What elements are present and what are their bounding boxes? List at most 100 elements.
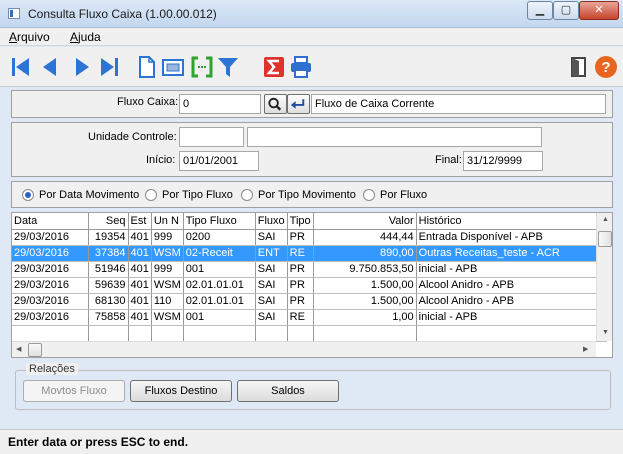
empty-cell [287, 325, 314, 342]
column-header-tipo[interactable]: Tipo [287, 213, 314, 230]
fluxo-code-field[interactable]: 0 [179, 94, 261, 114]
empty-cell [12, 325, 89, 342]
cell-data: 29/03/2016 [12, 245, 89, 262]
unidade-description-field[interactable] [247, 127, 542, 147]
cell-data: 29/03/2016 [12, 309, 89, 326]
fluxo-description-field[interactable]: Fluxo de Caixa Corrente [311, 94, 606, 114]
cell-valor: 1,00 [313, 309, 417, 326]
cell-data: 29/03/2016 [12, 261, 89, 278]
vertical-scroll-thumb[interactable] [598, 231, 612, 247]
saldos-button[interactable]: Saldos [237, 380, 339, 402]
scroll-down-icon[interactable]: ▼ [602, 329, 609, 336]
menu-ajuda[interactable]: Ajuda [70, 30, 101, 44]
cell-tipo: PR [287, 261, 314, 278]
empty-cell [128, 325, 152, 342]
cell-historico: Outras Receitas_teste - ACR [416, 245, 607, 262]
window-title: Consulta Fluxo Caixa (1.00.00.012) [28, 7, 217, 21]
cell-un: 999 [151, 229, 184, 246]
table-row[interactable]: 29/03/2016 19354 401 999 0200 SAI PR 444,44 Entr… [12, 229, 607, 246]
sum-icon[interactable] [262, 55, 286, 79]
cell-un: 110 [151, 293, 184, 310]
cell-historico: inicial - APB [416, 309, 607, 326]
column-header-historico[interactable]: Histórico [416, 213, 607, 230]
print-icon[interactable] [289, 55, 313, 79]
menu-arquivo[interactable]: Arquivo [9, 30, 50, 44]
grid-table: Data Seq Est Un N Tipo Fluxo Fluxo Tipo … [12, 213, 607, 342]
cell-est: 401 [128, 309, 152, 326]
search-button[interactable] [264, 94, 287, 114]
table-row[interactable]: 29/03/2016 75858 401 WSM 001 SAI RE 1,00 inicial… [12, 309, 607, 326]
horizontal-scroll-thumb[interactable] [28, 343, 42, 357]
scroll-right-icon[interactable]: ▶ [583, 345, 588, 353]
cell-tipo-fluxo: 02.01.01.01 [183, 293, 256, 310]
relacoes-group: Relações Movtos Fluxo Fluxos Destino Sal… [15, 363, 611, 410]
view-icon[interactable] [161, 55, 185, 79]
app-icon [8, 8, 20, 19]
inicio-field[interactable]: 01/01/2001 [179, 151, 259, 171]
last-icon[interactable] [97, 55, 121, 79]
empty-cell [183, 325, 256, 342]
unidade-code-field[interactable] [179, 127, 244, 147]
prev-icon[interactable] [38, 55, 62, 79]
column-header-seq[interactable]: Seq [88, 213, 129, 230]
controle-panel: Unidade Controle: Início: 01/01/2001 Fin… [11, 122, 613, 177]
next-icon[interactable] [70, 55, 94, 79]
empty-cell [151, 325, 184, 342]
help-icon[interactable]: ? [594, 55, 618, 79]
minimize-button[interactable]: ▁ [527, 1, 553, 20]
maximize-button[interactable]: ▢ [553, 1, 579, 20]
menu-bar: Arquivo Ajuda [0, 28, 623, 46]
relacoes-legend: Relações [26, 363, 78, 375]
cell-est: 401 [128, 261, 152, 278]
enter-button[interactable] [287, 94, 310, 114]
column-header-est[interactable]: Est [128, 213, 152, 230]
cell-tipo: PR [287, 229, 314, 246]
title-bar: Consulta Fluxo Caixa (1.00.00.012) ▁ ▢ ✕ [0, 0, 623, 28]
cell-un: WSM [151, 309, 184, 326]
cell-est: 401 [128, 293, 152, 310]
cell-tipo-fluxo: 0200 [183, 229, 256, 246]
first-icon[interactable] [9, 55, 33, 79]
column-header-un[interactable]: Un N [151, 213, 184, 230]
filter-icon[interactable] [216, 55, 240, 79]
cell-est: 401 [128, 245, 152, 262]
cell-historico: Entrada Disponível - APB [416, 229, 607, 246]
cell-fluxo: ENT [255, 245, 288, 262]
table-row[interactable]: 29/03/2016 51946 401 999 001 SAI PR 9.750.853,5… [12, 261, 607, 278]
bracket-icon[interactable] [190, 55, 214, 79]
cell-valor: 444,44 [313, 229, 417, 246]
column-header-valor[interactable]: Valor [313, 213, 417, 230]
final-field[interactable]: 31/12/9999 [463, 151, 543, 171]
cell-historico: Alcool Anidro - APB [416, 293, 607, 310]
movements-grid[interactable]: Data Seq Est Un N Tipo Fluxo Fluxo Tipo … [11, 212, 613, 358]
radio-dot [363, 189, 375, 201]
table-row[interactable]: 29/03/2016 68130 401 110 02.01.01.01 SAI PR 1.5… [12, 293, 607, 310]
fluxos-destino-button[interactable]: Fluxos Destino [130, 380, 232, 402]
cell-tipo-fluxo: 02.01.01.01 [183, 277, 256, 294]
movtos-fluxo-button[interactable]: Movtos Fluxo [23, 380, 125, 402]
cell-fluxo: SAI [255, 277, 288, 294]
column-header-data[interactable]: Data [12, 213, 89, 230]
scroll-up-icon[interactable]: ▲ [602, 216, 609, 223]
cell-valor: 890,00 [313, 245, 417, 262]
empty-cell [255, 325, 288, 342]
empty-cell [313, 325, 417, 342]
cell-fluxo: SAI [255, 293, 288, 310]
fluxo-panel: Fluxo Caixa: 0 Fluxo de Caixa Corrente [11, 90, 613, 118]
new-document-icon[interactable] [135, 55, 159, 79]
cell-un: 999 [151, 261, 184, 278]
vertical-scrollbar[interactable]: ▲ ▼ [596, 213, 612, 341]
cell-historico: inicial - APB [416, 261, 607, 278]
table-row[interactable]: 29/03/2016 37384 401 WSM 02-Receit ENT RE 890,0… [12, 245, 607, 262]
cell-valor: 1.500,00 [313, 293, 417, 310]
close-button[interactable]: ✕ [579, 1, 619, 20]
scroll-left-icon[interactable]: ◀ [16, 345, 21, 353]
table-row[interactable]: 29/03/2016 59639 401 WSM 02.01.01.01 SAI PR 1.5… [12, 277, 607, 294]
toolbar: ? [0, 47, 623, 87]
horizontal-scrollbar[interactable]: ◀ ▶ [12, 341, 596, 357]
column-header-fluxo[interactable]: Fluxo [255, 213, 288, 230]
cell-tipo: RE [287, 245, 314, 262]
column-header-tipo-fluxo[interactable]: Tipo Fluxo [183, 213, 256, 230]
exit-icon[interactable] [567, 55, 591, 79]
cell-tipo: PR [287, 277, 314, 294]
